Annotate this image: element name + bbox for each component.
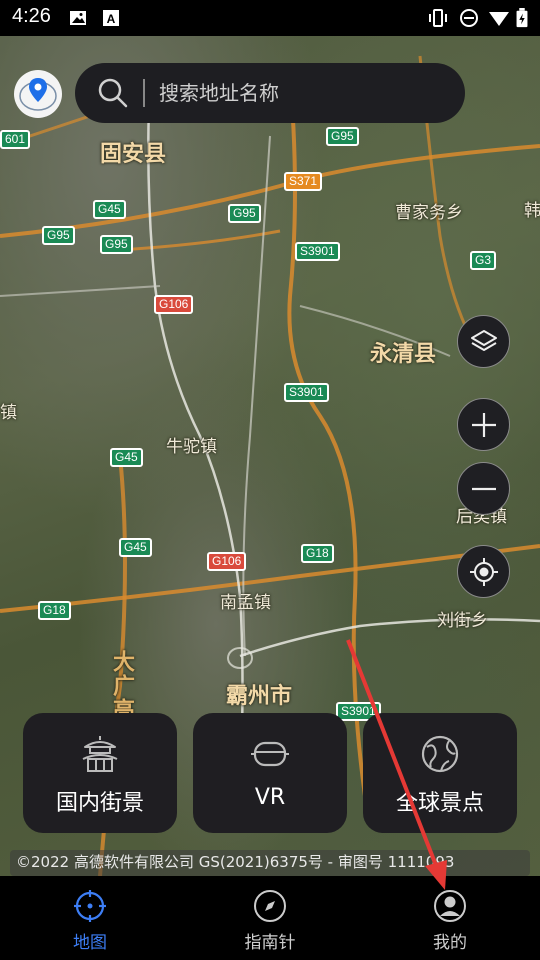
- place-label: 刘街乡: [437, 611, 488, 631]
- zoom-out-button[interactable]: [457, 462, 510, 515]
- app-logo-button[interactable]: [14, 70, 62, 118]
- route-shield: G45: [110, 448, 143, 467]
- route-shield: G18: [301, 544, 334, 563]
- search-bar[interactable]: [75, 63, 465, 123]
- globe-icon: [421, 735, 459, 773]
- crosshair-icon: [74, 890, 106, 922]
- battery-icon: [516, 8, 528, 28]
- route-shield: S371: [284, 172, 323, 191]
- card-label: 全球景点: [395, 791, 484, 816]
- route-shield: S3901: [284, 383, 329, 402]
- route-shield: G95: [42, 226, 75, 245]
- nav-label: 我的: [433, 933, 467, 953]
- pagoda-icon: [82, 736, 118, 772]
- location-pin-icon: [19, 78, 57, 111]
- svg-text:A: A: [107, 12, 116, 26]
- route-shield: S3901: [295, 242, 340, 261]
- layers-icon: [471, 330, 497, 351]
- plus-icon: [472, 413, 496, 437]
- route-shield: G45: [93, 200, 126, 219]
- bottom-navigation: 地图 指南针 我的: [0, 876, 540, 960]
- route-shield: G18: [38, 601, 71, 620]
- target-icon: [470, 558, 498, 586]
- route-shield: 601: [0, 130, 31, 149]
- route-shield: G95: [228, 204, 261, 223]
- place-label: 曹家务乡: [395, 203, 463, 223]
- user-icon: [434, 890, 466, 922]
- nav-label: 指南针: [244, 933, 296, 953]
- place-label: 固安县: [100, 142, 167, 167]
- nav-map[interactable]: 地图: [0, 876, 180, 960]
- nav-compass[interactable]: 指南针: [180, 876, 360, 960]
- layers-button[interactable]: [457, 315, 510, 368]
- route-shield: G95: [100, 235, 133, 254]
- vibrate-icon: [429, 9, 447, 27]
- route-shield: G45: [119, 538, 152, 557]
- place-label: 镇: [0, 403, 17, 423]
- compass-icon: [254, 890, 286, 922]
- font-notification-icon: A: [103, 10, 119, 26]
- search-input[interactable]: [159, 75, 449, 111]
- my-location-button[interactable]: [457, 545, 510, 598]
- domestic-streetview-card[interactable]: 国内街景: [23, 713, 177, 833]
- place-label: 大广高: [109, 650, 134, 722]
- place-label: 韩: [524, 201, 540, 221]
- place-label: 南孟镇: [220, 593, 271, 613]
- place-label: 永清县: [370, 342, 437, 367]
- card-label: 国内街景: [55, 791, 144, 816]
- dnd-icon: [460, 9, 478, 27]
- place-label: 牛驼镇: [166, 437, 217, 457]
- minus-icon: [472, 487, 496, 491]
- global-attractions-card[interactable]: 全球景点: [363, 713, 517, 833]
- search-icon: [98, 78, 128, 108]
- image-notification-icon: [70, 11, 86, 25]
- vr-card[interactable]: VR: [193, 713, 347, 833]
- route-shield: G106: [154, 295, 194, 314]
- route-shield: G95: [326, 127, 359, 146]
- nav-profile[interactable]: 我的: [360, 876, 540, 960]
- route-shield: G3: [470, 251, 497, 270]
- search-divider: [143, 79, 145, 107]
- wifi-icon: [489, 12, 509, 26]
- zoom-in-button[interactable]: [457, 398, 510, 451]
- status-time: 4:26: [12, 5, 51, 27]
- nav-label: 地图: [73, 933, 107, 953]
- vr-headset-icon: [251, 741, 289, 767]
- map-copyright: ©2022 高德软件有限公司 GS(2021)6375号 - 审图号 11110…: [10, 850, 530, 876]
- status-bar: 4:26 A: [0, 0, 540, 36]
- card-label: VR: [254, 785, 286, 810]
- route-shield: G106: [207, 552, 247, 571]
- place-label: 霸州市: [226, 684, 293, 709]
